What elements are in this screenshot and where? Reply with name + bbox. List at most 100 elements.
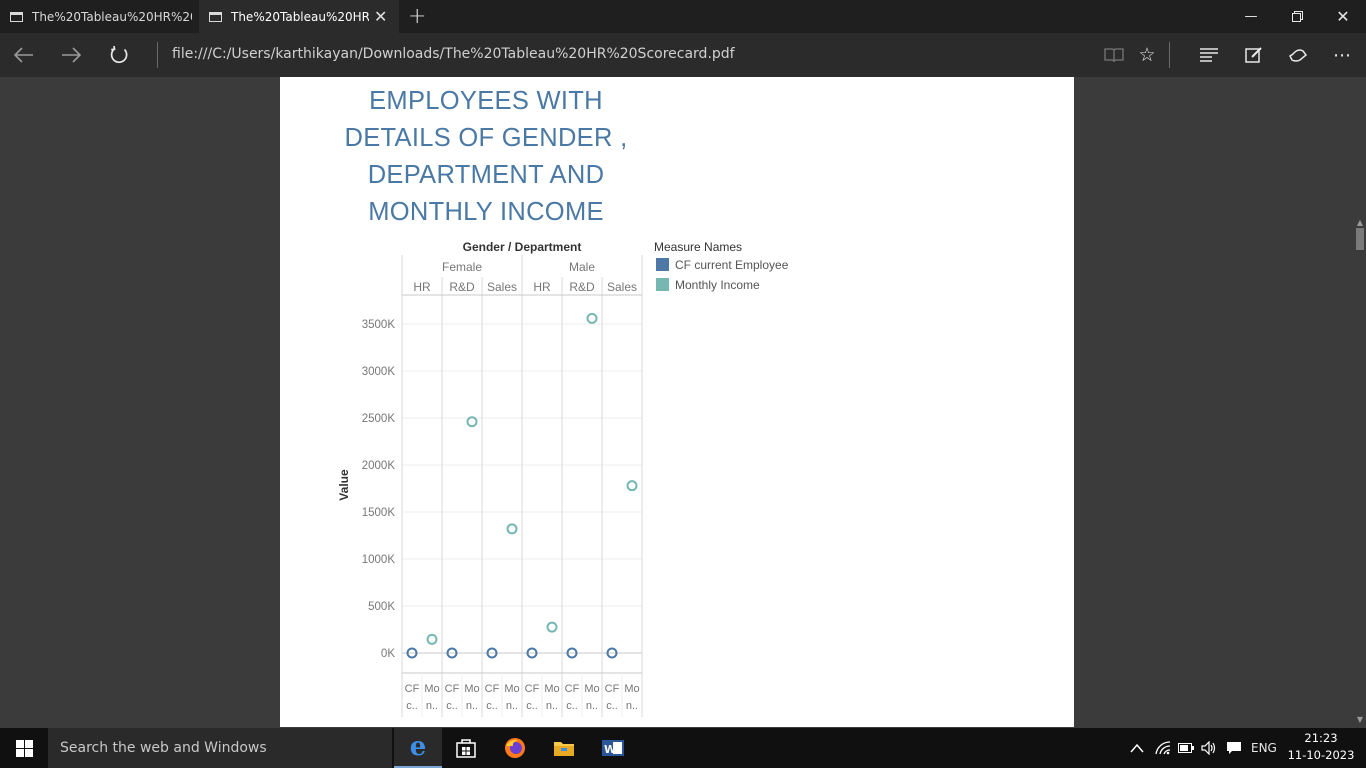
measure-tick-label: Mo	[624, 683, 639, 695]
address-separator	[157, 42, 158, 68]
gender-header: Male	[569, 260, 595, 274]
firefox-icon[interactable]	[491, 728, 539, 768]
y-tick-label: 2500K	[362, 413, 396, 425]
taskbar-search[interactable]: Search the web and Windows	[48, 728, 392, 768]
department-header: Sales	[607, 280, 637, 294]
restore-icon[interactable]	[1274, 0, 1320, 33]
department-header: HR	[413, 280, 431, 294]
page-tab-icon	[209, 11, 222, 22]
hub-icon[interactable]	[1189, 33, 1229, 77]
pdf-page: EMPLOYEES WITH DETAILS OF GENDER , DEPAR…	[280, 77, 1074, 727]
gender-header: Female	[442, 260, 482, 274]
language-indicator[interactable]: ENG	[1251, 728, 1277, 768]
browser-toolbar: file:///C:/Users/karthikayan/Downloads/T…	[0, 33, 1366, 77]
word-icon[interactable]: W	[589, 728, 637, 768]
scroll-down-icon[interactable]: ▼	[1356, 715, 1364, 724]
web-note-icon[interactable]	[1234, 33, 1274, 77]
page-tab-icon	[10, 11, 23, 22]
new-tab-icon[interactable]: +	[408, 4, 426, 29]
notifications-icon[interactable]	[1226, 728, 1242, 768]
refresh-icon[interactable]	[99, 33, 139, 77]
department-header: R&D	[449, 280, 475, 294]
scroll-up-icon[interactable]: ▲	[1356, 218, 1364, 227]
y-tick-label: 2000K	[362, 460, 396, 472]
clock-time: 21:23	[1304, 731, 1338, 745]
measure-tick-label: n..	[586, 700, 598, 712]
department-header: HR	[533, 280, 551, 294]
measure-tick-label: c..	[406, 700, 418, 712]
measure-tick-label: CF	[445, 683, 460, 695]
column-header-title: Gender / Department	[463, 240, 582, 254]
data-point	[426, 633, 438, 645]
department-header: R&D	[569, 280, 595, 294]
tab-inactive[interactable]: The%20Tableau%20HR%20Sc	[0, 0, 198, 33]
measure-tick-label: c..	[566, 700, 578, 712]
pdf-viewer: EMPLOYEES WITH DETAILS OF GENDER , DEPAR…	[0, 77, 1366, 727]
measure-tick-label: c..	[486, 700, 498, 712]
measure-tick-label: c..	[606, 700, 618, 712]
y-tick-label: 1000K	[362, 554, 396, 566]
measure-tick-label: c..	[526, 700, 538, 712]
more-icon[interactable]: ⋯	[1322, 33, 1362, 77]
y-axis-label: Value	[337, 469, 351, 501]
share-icon[interactable]	[1278, 33, 1318, 77]
y-tick-label: 500K	[368, 601, 395, 613]
measure-tick-label: n..	[426, 700, 438, 712]
measure-tick-label: c..	[446, 700, 458, 712]
forward-arrow-icon[interactable]	[51, 33, 91, 77]
legend-title: Measure Names	[654, 240, 742, 254]
file-explorer-icon[interactable]	[540, 728, 588, 768]
data-point	[506, 523, 518, 535]
taskbar: Search the web and Windows e W ENG 21:23…	[0, 728, 1366, 768]
store-icon[interactable]	[442, 728, 490, 768]
measure-tick-label: CF	[565, 683, 580, 695]
measure-tick-label: n..	[466, 700, 478, 712]
favorite-star-icon[interactable]: ☆	[1127, 33, 1167, 77]
close-tab-icon[interactable]: ✕	[374, 7, 387, 26]
wifi-icon[interactable]	[1155, 728, 1171, 768]
measure-tick-label: Mo	[544, 683, 559, 695]
data-point	[586, 312, 598, 324]
vertical-scrollbar[interactable]: ▲ ▼	[1354, 77, 1366, 727]
back-arrow-icon[interactable]	[4, 33, 44, 77]
scatter-chart: Gender / Department Female Male HR R&D Sales H…	[337, 240, 789, 717]
measure-tick-label: CF	[405, 683, 420, 695]
tab-bar: The%20Tableau%20HR%20Sc The%20Tableau%20…	[0, 0, 1366, 33]
legend-swatch	[656, 278, 669, 291]
measure-tick-label: Mo	[584, 683, 599, 695]
tray-chevron-icon[interactable]	[1130, 728, 1144, 768]
tab-title: The%20Tableau%20HR%20Sc	[32, 9, 192, 24]
measure-tick-label: Mo	[504, 683, 519, 695]
data-point	[546, 621, 558, 633]
measure-tick-label: n..	[506, 700, 518, 712]
legend-swatch	[656, 258, 669, 271]
legend-label: Monthly Income	[675, 278, 760, 292]
search-placeholder: Search the web and Windows	[60, 740, 267, 756]
data-point	[626, 480, 638, 492]
svg-text:W: W	[604, 743, 616, 756]
measure-tick-label: CF	[485, 683, 500, 695]
clock[interactable]: 21:23 11-10-2023	[1286, 730, 1356, 764]
y-tick-label: 3500K	[362, 319, 396, 331]
windows-start-icon[interactable]	[0, 728, 48, 768]
tab-title: The%20Tableau%20HR%	[231, 9, 369, 24]
clock-date: 11-10-2023	[1287, 748, 1355, 762]
battery-icon[interactable]	[1178, 728, 1194, 768]
toolbar-separator	[1169, 42, 1170, 68]
measure-tick-label: CF	[605, 683, 620, 695]
volume-icon[interactable]	[1201, 728, 1217, 768]
close-window-icon[interactable]: ✕	[1320, 0, 1366, 33]
department-header: Sales	[487, 280, 517, 294]
tab-active[interactable]: The%20Tableau%20HR% ✕	[199, 0, 399, 33]
measure-tick-label: CF	[525, 683, 540, 695]
scroll-thumb[interactable]	[1356, 228, 1364, 250]
measure-tick-label: Mo	[424, 683, 439, 695]
address-bar[interactable]: file:///C:/Users/karthikayan/Downloads/T…	[172, 46, 735, 62]
y-tick-label: 0K	[381, 648, 395, 660]
y-tick-label: 1500K	[362, 507, 396, 519]
data-point	[466, 416, 478, 428]
edge-icon[interactable]: e	[394, 728, 442, 768]
minimize-icon[interactable]: —	[1228, 0, 1274, 33]
legend-label: CF current Employee	[675, 258, 789, 272]
measure-tick-label: n..	[626, 700, 638, 712]
